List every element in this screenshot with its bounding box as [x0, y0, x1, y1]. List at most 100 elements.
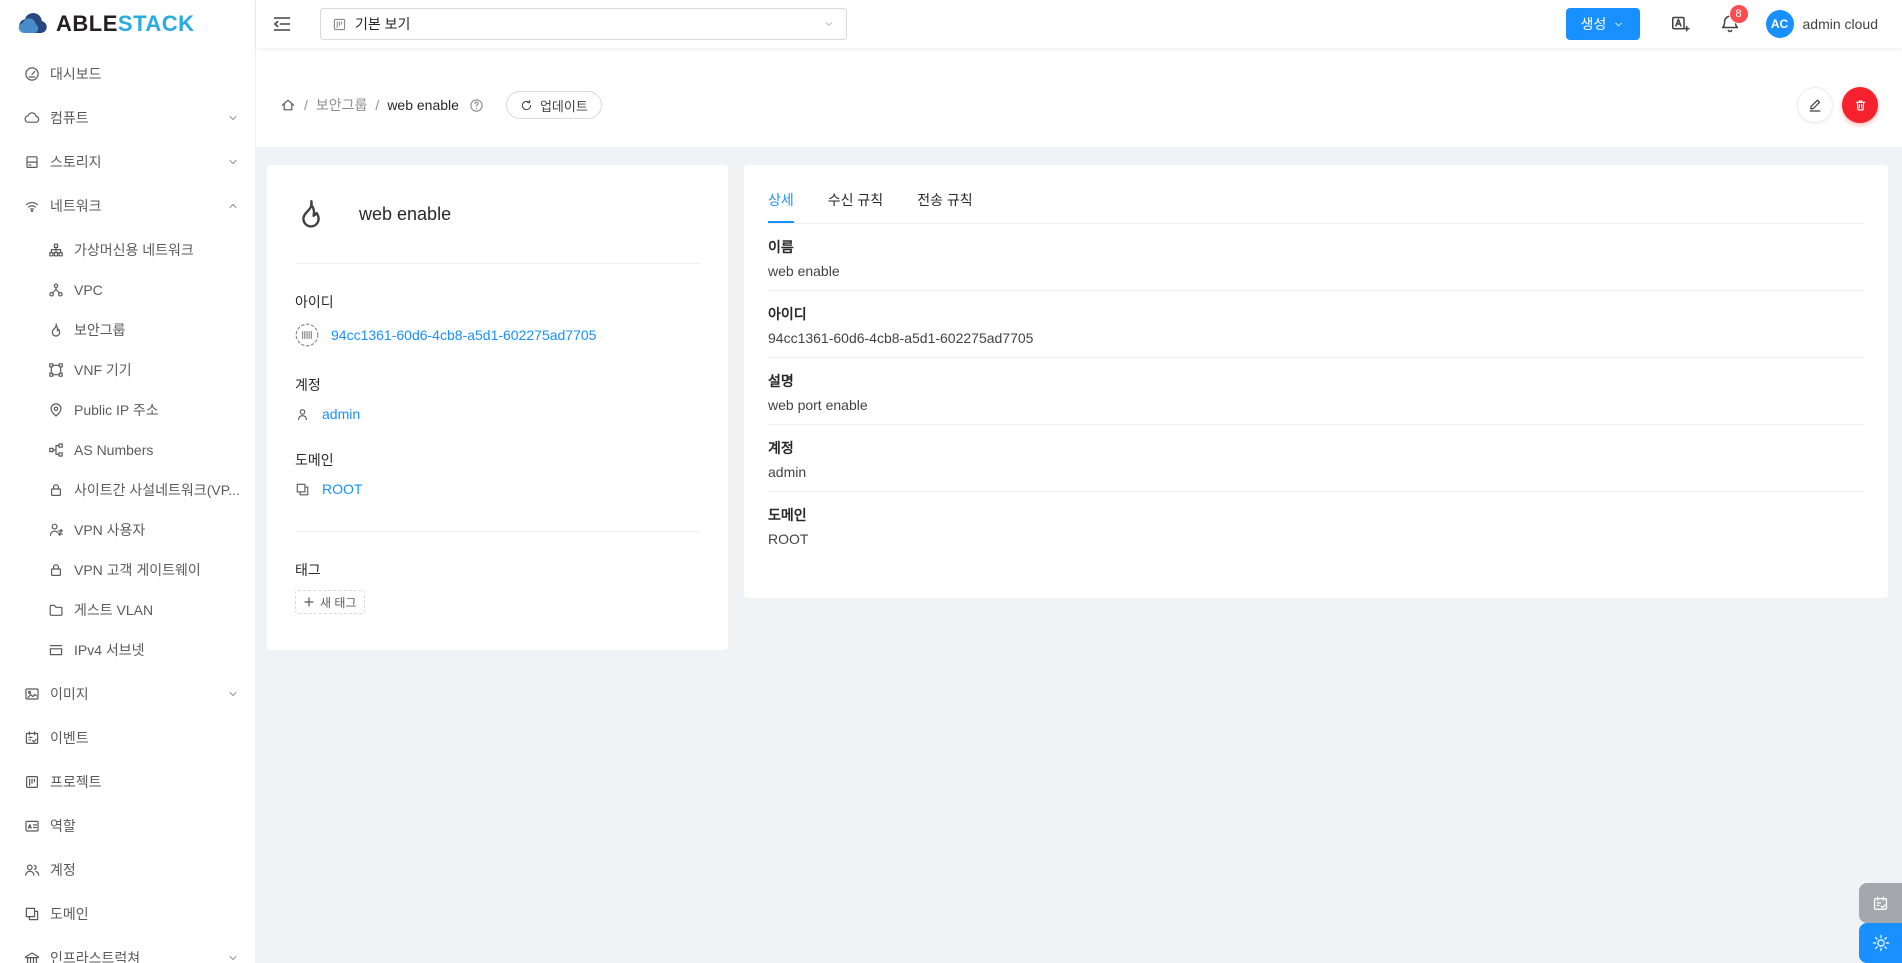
vpc-icon	[48, 282, 64, 298]
infrastructure-icon	[24, 950, 40, 963]
delete-button[interactable]	[1842, 87, 1878, 123]
sidebar-item-projects[interactable]: 프로젝트	[0, 762, 255, 802]
domain-row: ROOT	[295, 481, 700, 497]
pagebar: / 보안그룹 / web enable 업데이트	[256, 48, 1902, 147]
dashboard-icon	[24, 66, 40, 82]
sidebar-item-network[interactable]: 네트워크	[0, 186, 255, 226]
sidebar-item-roles[interactable]: 역할	[0, 806, 255, 846]
id-link[interactable]: 94cc1361-60d6-4cb8-a5d1-602275ad7705	[331, 327, 596, 343]
create-button[interactable]: 생성	[1565, 8, 1640, 40]
edit-icon	[1807, 97, 1823, 113]
edit-button[interactable]	[1797, 87, 1833, 123]
sidebar-item-vnf-appliance[interactable]: VNF 기기	[0, 350, 255, 390]
breadcrumb: / 보안그룹 / web enable 업데이트	[280, 87, 602, 123]
breadcrumb-section[interactable]: 보안그룹	[316, 95, 368, 115]
sidebar-item-guest-vlan[interactable]: 게스트 VLAN	[0, 590, 255, 630]
plus-icon	[304, 597, 314, 607]
tab-details[interactable]: 상세	[768, 178, 794, 223]
divider	[295, 531, 700, 532]
detail-row-description: 설명 web port enable	[768, 358, 1864, 425]
menu-fold-icon[interactable]	[272, 14, 292, 34]
sidebar-item-accounts[interactable]: 계정	[0, 850, 255, 890]
brand-name: ABLESTACK	[56, 11, 195, 36]
role-icon	[24, 818, 40, 834]
as-numbers-icon	[48, 442, 64, 458]
sidebar-item-domains[interactable]: 도메인	[0, 894, 255, 934]
detail-row-id: 아이디 94cc1361-60d6-4cb8-a5d1-602275ad7705	[768, 291, 1864, 358]
vnf-appliance-icon	[48, 362, 64, 378]
vpn-user-icon	[48, 522, 64, 538]
sidebar-item-vpc[interactable]: VPC	[0, 270, 255, 310]
topbar: 기본 보기 생성 8 AC admin cloud	[256, 0, 1902, 48]
update-button[interactable]: 업데이트	[505, 91, 602, 119]
notifications-bell[interactable]: 8	[1720, 5, 1748, 34]
site-to-site-vpn-icon	[48, 482, 64, 498]
domain-icon	[295, 482, 310, 497]
divider	[295, 263, 700, 264]
barcode-icon	[295, 323, 319, 347]
event-log-fab[interactable]	[1859, 883, 1902, 923]
brand-logo[interactable]: ABLESTACK	[0, 0, 255, 48]
content: web enable 아이디 94cc1361-60d6-4cb8-a5d1-6…	[256, 147, 1902, 963]
project-view-select[interactable]: 기본 보기	[320, 8, 847, 40]
account-link[interactable]: admin	[322, 406, 360, 422]
breadcrumb-separator: /	[304, 97, 308, 113]
detail-panel: 상세 수신 규칙 전송 규칙 이름 web enable 아이디 94cc136…	[744, 165, 1888, 598]
security-group-icon	[48, 322, 64, 338]
domain-link[interactable]: ROOT	[322, 481, 362, 497]
detail-row-account: 계정 admin	[768, 425, 1864, 492]
username[interactable]: admin cloud	[1803, 16, 1879, 32]
settings-fab[interactable]	[1859, 923, 1902, 963]
translate-icon[interactable]	[1670, 14, 1690, 34]
sidebar-item-as-numbers[interactable]: AS Numbers	[0, 430, 255, 470]
chevron-down-icon	[823, 18, 835, 30]
network-icon	[24, 198, 40, 214]
id-row: 94cc1361-60d6-4cb8-a5d1-602275ad7705	[295, 323, 700, 347]
sidebar-item-security-group[interactable]: 보안그룹	[0, 310, 255, 350]
avatar[interactable]: AC	[1765, 10, 1794, 38]
project-icon	[24, 774, 40, 790]
sidebar-item-public-ip[interactable]: Public IP 주소	[0, 390, 255, 430]
home-icon[interactable]	[280, 97, 296, 113]
refresh-icon	[520, 99, 533, 112]
sidebar-item-ipv4-subnet[interactable]: IPv4 서브넷	[0, 630, 255, 670]
guest-vlan-icon	[48, 602, 64, 618]
cloud-logo-icon	[16, 11, 52, 37]
sidebar-item-site-to-site-vpn[interactable]: 사이트간 사설네트워크(VP...	[0, 470, 255, 510]
sidebar-item-vpn-users[interactable]: VPN 사용자	[0, 510, 255, 550]
sidebar-item-infrastructure[interactable]: 인프라스트럭쳐	[0, 938, 255, 963]
sidebar-nav: 대시보드 컴퓨트 스토리지 네트워크 가상머신용 네트워크 VPC 보안그룹 V…	[0, 48, 255, 963]
account-icon	[24, 862, 40, 878]
gear-icon	[1872, 934, 1890, 952]
summary-header: web enable	[295, 193, 700, 235]
calendar-check-icon	[1872, 895, 1889, 912]
account-label: 계정	[295, 377, 321, 393]
detail-tabs: 상세 수신 규칙 전송 규칙	[768, 165, 1864, 224]
security-group-icon	[295, 193, 327, 235]
account-row: admin	[295, 406, 700, 422]
sidebar-item-compute[interactable]: 컴퓨트	[0, 98, 255, 138]
cloud-icon	[24, 110, 40, 126]
help-icon[interactable]	[469, 98, 484, 113]
project-icon	[332, 17, 347, 32]
add-tag-button[interactable]: 새 태그	[295, 590, 366, 614]
sidebar-item-vpn-gateway[interactable]: VPN 고객 게이트웨이	[0, 550, 255, 590]
sidebar-item-dashboard[interactable]: 대시보드	[0, 54, 255, 94]
sidebar-item-images[interactable]: 이미지	[0, 674, 255, 714]
user-icon	[295, 407, 310, 422]
sidebar-item-storage[interactable]: 스토리지	[0, 142, 255, 182]
event-icon	[24, 730, 40, 746]
project-view-value: 기본 보기	[355, 16, 411, 32]
chevron-down-icon	[227, 688, 239, 700]
public-ip-icon	[48, 402, 64, 418]
sidebar-item-vm-network[interactable]: 가상머신용 네트워크	[0, 230, 255, 270]
storage-icon	[24, 154, 40, 170]
page-actions	[1797, 87, 1878, 123]
main-area: 기본 보기 생성 8 AC admin cloud / 보안그룹 / web e…	[256, 0, 1902, 963]
resource-title: web enable	[359, 203, 452, 224]
detail-row-domain: 도메인 ROOT	[768, 507, 809, 547]
sidebar-item-events[interactable]: 이벤트	[0, 718, 255, 758]
tab-ingress-rules[interactable]: 수신 규칙	[828, 178, 883, 223]
sidebar: ABLESTACK 대시보드 컴퓨트 스토리지 네트워크 가상머신용 네트워크 …	[0, 0, 256, 963]
tab-egress-rules[interactable]: 전송 규칙	[917, 178, 972, 223]
